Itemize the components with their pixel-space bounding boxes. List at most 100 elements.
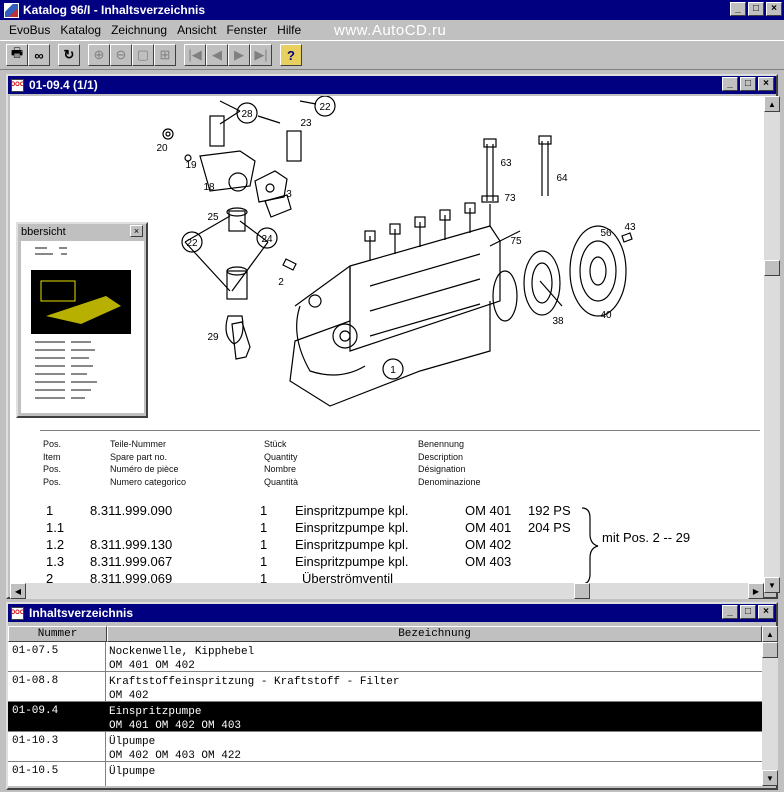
last-page-icon[interactable]: ▶| — [250, 44, 272, 66]
callout-label: 20 — [156, 143, 168, 154]
drawing-maximize-button[interactable]: □ — [740, 77, 756, 91]
scroll-up-icon[interactable]: ▲ — [764, 96, 780, 112]
item-title: Ülpumpe — [109, 736, 156, 748]
callout-label: 19 — [185, 160, 197, 171]
index-maximize-button[interactable]: □ — [740, 605, 756, 619]
callout-label: 73 — [504, 193, 516, 204]
prev-page-icon[interactable]: ◀ — [206, 44, 228, 66]
index-close-button[interactable]: × — [758, 605, 774, 619]
menu-katalog[interactable]: Katalog — [55, 23, 106, 37]
callout-label: 38 — [552, 316, 564, 327]
item-title: Einspritzpumpe — [109, 706, 202, 718]
index-window-title-bar[interactable]: DOC Inhaltsverzeichnis _ □ × — [8, 604, 776, 622]
list-item[interactable]: 01-08.8 Kraftstoffeinspritzung - Kraftst… — [8, 672, 762, 702]
index-vertical-scrollbar[interactable]: ▲ ▼ — [762, 626, 778, 786]
fit-page-icon[interactable]: ▢ — [132, 44, 154, 66]
drawing-window: DOC 01-09.4 (1/1) _ □ × 20 19 28 22 23 1… — [6, 74, 780, 599]
maximize-button[interactable]: □ — [748, 2, 764, 16]
index-scroll-down-icon[interactable]: ▼ — [762, 770, 778, 786]
index-scroll-thumb[interactable] — [762, 642, 778, 658]
header-quantity: Stück Quantity Nombre Quantità — [264, 439, 299, 487]
callout-label: 75 — [510, 236, 522, 247]
overview-close-button[interactable]: × — [130, 225, 143, 237]
zoom-out-icon[interactable]: ⊖ — [110, 44, 132, 66]
item-title: Nockenwelle, Kipphebel — [109, 646, 255, 658]
drawing-minimize-button[interactable]: _ — [722, 77, 738, 91]
item-models: OM 401 OM 402 OM 403 — [109, 720, 242, 732]
item-models: OM 402 OM 403 OM 422 — [109, 750, 242, 762]
index-list-header: Nummer Bezeichnung — [8, 626, 762, 642]
drawing-vertical-scrollbar[interactable]: ▲ ▼ — [764, 96, 780, 593]
callout-label: 29 — [207, 332, 219, 343]
header-part-number: Teile-Nummer Spare part no. Numéro de piè… — [110, 439, 187, 487]
watermark: www.AutoCD.ru — [334, 22, 447, 39]
zoom-in-icon[interactable]: ⊕ — [88, 44, 110, 66]
callout-label: 23 — [300, 118, 312, 129]
item-number: 01-09.4 — [8, 702, 106, 731]
document-icon: DOC — [11, 606, 24, 620]
first-page-icon[interactable]: |◀ — [184, 44, 206, 66]
document-icon: DOC — [11, 78, 24, 92]
item-number: 01-07.5 — [8, 642, 106, 671]
callout-label: 25 — [207, 212, 219, 223]
parts-note: mit Pos. 2 -- 29 — [602, 530, 691, 545]
overview-window[interactable]: bbersicht × — [16, 222, 148, 418]
callout-label: 1 — [390, 365, 396, 376]
horizontal-scroll-thumb[interactable] — [574, 583, 590, 599]
list-item[interactable]: 01-07.5 Nockenwelle, Kipphebel OM 401 OM … — [8, 642, 762, 672]
next-page-icon[interactable]: ▶ — [228, 44, 250, 66]
list-item[interactable]: 01-10.5 Ülpumpe — [8, 762, 762, 786]
scroll-right-icon[interactable]: ▶ — [748, 583, 764, 599]
callout-label: 22 — [319, 102, 331, 113]
print-icon[interactable]: 🖶 — [6, 44, 28, 66]
list-item[interactable]: 01-10.3 Ülpumpe OM 402 OM 403 OM 422 — [8, 732, 762, 762]
minimize-button[interactable]: _ — [730, 2, 746, 16]
help-icon[interactable]: ? — [280, 44, 302, 66]
drawing-close-button[interactable]: × — [758, 77, 774, 91]
index-scroll-up-icon[interactable]: ▲ — [762, 626, 778, 642]
overview-title-bar[interactable]: bbersicht × — [18, 224, 146, 239]
list-item-selected[interactable]: 01-09.4 Einspritzpumpe OM 401 OM 402 OM 4… — [8, 702, 762, 732]
column-header-nummer[interactable]: Nummer — [8, 626, 107, 642]
column-header-bezeichnung[interactable]: Bezeichnung — [107, 626, 762, 642]
header-description: Benennung Description Désignation Denomina… — [418, 439, 481, 487]
app-title-bar[interactable]: Katalog 96/I - Inhaltsverzeichnis _ □ × — [0, 0, 784, 20]
brace — [581, 507, 599, 585]
index-list[interactable]: Nummer Bezeichnung 01-07.5 Nockenwelle, … — [8, 626, 762, 786]
index-minimize-button[interactable]: _ — [722, 605, 738, 619]
menu-ansicht[interactable]: Ansicht — [172, 23, 221, 37]
overview-thumbnail[interactable] — [21, 241, 144, 413]
index-window-title: Inhaltsverzeichnis — [29, 606, 134, 620]
callout-label: 56 — [600, 228, 612, 239]
menu-fenster[interactable]: Fenster — [221, 23, 272, 37]
callout-label: 28 — [241, 109, 253, 120]
menu-hilfe[interactable]: Hilfe — [272, 23, 306, 37]
callout-label: 3 — [286, 189, 292, 200]
callout-label: 18 — [203, 182, 215, 193]
callout-label: 43 — [624, 222, 636, 233]
exploded-drawing[interactable]: 20 19 28 22 23 18 3 63 64 73 25 22 24 2 … — [10, 96, 764, 593]
callout-label: 24 — [261, 234, 273, 245]
drawing-window-title: 01-09.4 (1/1) — [29, 78, 98, 92]
item-title: Ülpumpe — [109, 766, 156, 778]
binoculars-icon[interactable]: ∞ — [28, 44, 50, 66]
menu-evobus[interactable]: EvoBus — [4, 23, 55, 37]
close-button[interactable]: × — [766, 2, 782, 16]
overview-title: bbersicht — [21, 225, 66, 238]
vertical-scroll-thumb[interactable] — [764, 260, 780, 276]
window-title: Katalog 96/I - Inhaltsverzeichnis — [23, 3, 206, 17]
callout-label: 2 — [278, 277, 284, 288]
item-title: Kraftstoffeinspritzung - Kraftstoff - Fi… — [109, 676, 400, 688]
menu-zeichnung[interactable]: Zeichnung — [106, 23, 172, 37]
item-number: 01-08.8 — [8, 672, 106, 701]
scroll-left-icon[interactable]: ◀ — [10, 583, 26, 599]
drawing-window-title-bar[interactable]: DOC 01-09.4 (1/1) _ □ × — [8, 76, 776, 94]
tile-icon[interactable]: ⊞ — [154, 44, 176, 66]
drawing-horizontal-scrollbar[interactable]: ◀ ▶ — [10, 583, 764, 599]
callout-label: 63 — [500, 158, 512, 169]
scroll-down-icon[interactable]: ▼ — [764, 577, 780, 593]
refresh-icon[interactable]: ↻ — [58, 44, 80, 66]
overview-page-thumbnail — [31, 247, 131, 399]
callout-label: 40 — [600, 310, 612, 321]
app-icon — [4, 2, 19, 18]
